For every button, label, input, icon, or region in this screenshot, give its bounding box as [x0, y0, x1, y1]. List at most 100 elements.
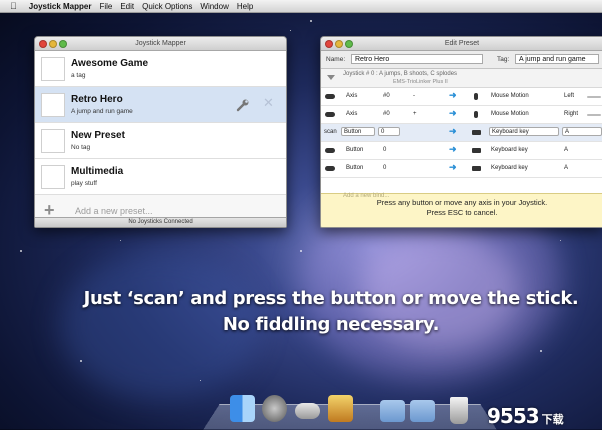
overlay-cancel-hint: Press ESC to cancel.	[426, 208, 498, 217]
arrow-right-icon: ➜	[449, 144, 457, 154]
gamepad-icon	[325, 112, 335, 117]
wrench-icon[interactable]	[236, 98, 250, 112]
edit-preset-window: Edit Preset Name: Retro Hero Tag: A jump…	[320, 36, 602, 228]
input-number-select[interactable]: 0	[378, 127, 400, 136]
preset-thumbnail	[41, 165, 65, 189]
zoom-window-button[interactable]	[59, 40, 67, 48]
preset-tag: play stuff	[71, 180, 97, 187]
add-binding-label: Add a new bind...	[343, 193, 390, 199]
preset-fields: Name: Retro Hero Tag: A jump and run gam…	[321, 51, 602, 69]
mapping-row[interactable]: Axis #0 + ➜ Mouse Motion Right	[321, 106, 602, 124]
mapping-row[interactable]: Button 0 ➜ Keyboard key A	[321, 160, 602, 178]
output-type: Mouse Motion	[491, 111, 529, 117]
scan-overlay: Add a new bind... Press any button or mo…	[321, 193, 602, 227]
preset-tag: No tag	[71, 144, 91, 151]
minimize-window-button[interactable]	[49, 40, 57, 48]
mapping-row-scanning[interactable]: scan Button 0 ➜ Keyboard key A	[321, 124, 602, 142]
preset-item-awesome-game[interactable]: Awesome Game a tag	[35, 51, 286, 87]
scan-button[interactable]: scan	[324, 129, 337, 135]
preset-item-retro-hero[interactable]: Retro Hero A jump and run game ✕	[35, 87, 286, 123]
keyboard-icon	[472, 166, 481, 171]
folder-icon[interactable]	[380, 400, 405, 422]
editor-window-title: Edit Preset	[444, 40, 480, 47]
input-number: 0	[383, 147, 387, 153]
launchpad-icon[interactable]	[262, 395, 287, 422]
apple-menu-icon[interactable]: 	[10, 1, 17, 11]
minimize-window-button[interactable]	[335, 40, 343, 48]
arrow-right-icon: ➜	[449, 90, 457, 100]
menu-file[interactable]: File	[99, 2, 112, 11]
finder-icon[interactable]	[230, 395, 255, 422]
input-number: 0	[383, 165, 387, 171]
add-preset-label: Add a new preset...	[75, 206, 153, 216]
key-field[interactable]: A	[562, 127, 602, 136]
caption-line-2: No fiddling necessary.	[222, 314, 440, 335]
sensitivity-slider[interactable]	[587, 96, 601, 98]
close-window-button[interactable]	[325, 40, 333, 48]
menu-help[interactable]: Help	[237, 2, 253, 11]
mapper-titlebar[interactable]: Joystick Mapper	[35, 37, 286, 51]
arrow-right-icon: ➜	[449, 108, 457, 118]
editor-titlebar[interactable]: Edit Preset	[321, 37, 602, 51]
input-number: #0	[383, 111, 390, 117]
input-type-select[interactable]: Button	[341, 127, 375, 136]
caption-line-1: Just ‘scan’ and press the button or move…	[83, 288, 579, 309]
preset-name: New Preset	[71, 130, 125, 141]
watermark-number: 9553	[487, 404, 540, 428]
mouse-icon	[474, 93, 478, 100]
arrow-right-icon: ➜	[449, 162, 457, 172]
output-value: Right	[564, 111, 579, 117]
preset-thumbnail	[41, 93, 65, 117]
preset-name: Retro Hero	[71, 94, 123, 105]
output-value: Left	[564, 93, 575, 99]
joystick-description: Joystick # 0 : A jumps, B shoots, C splo…	[343, 71, 458, 77]
zoom-window-button[interactable]	[345, 40, 353, 48]
mapper-window-title: Joystick Mapper	[135, 40, 186, 47]
name-field[interactable]: Retro Hero	[351, 54, 483, 64]
axis-sign: -	[413, 93, 415, 99]
tag-field[interactable]: A jump and run game	[515, 54, 599, 64]
status-bar: No Joysticks Connected	[35, 217, 286, 227]
watermark-logo: 9553 下载	[487, 404, 564, 428]
menu-bar:  Joystick Mapper File Edit Quick Options Win…	[0, 0, 602, 13]
input-type: Axis	[346, 111, 358, 117]
gamepad-icon	[325, 148, 335, 153]
input-number: #0	[383, 93, 390, 99]
joystick-group-header[interactable]: Joystick # 0 : A jumps, B shoots, C splo…	[321, 69, 602, 88]
preset-name: Multimedia	[71, 166, 124, 177]
menu-app-name[interactable]: Joystick Mapper	[29, 2, 92, 11]
axis-sign: +	[413, 111, 417, 117]
menu-window[interactable]: Window	[200, 2, 228, 11]
gamepad-app-icon[interactable]	[295, 403, 320, 419]
downloads-folder-icon[interactable]	[410, 400, 435, 422]
preset-tag: a tag	[71, 72, 86, 79]
preset-name: Awesome Game	[71, 58, 149, 69]
mapping-row[interactable]: Axis #0 - ➜ Mouse Motion Left	[321, 88, 602, 106]
mapping-row[interactable]: Button 0 ➜ Keyboard key A	[321, 142, 602, 160]
preset-thumbnail	[41, 129, 65, 153]
name-label: Name:	[326, 56, 346, 63]
output-value: A	[564, 165, 569, 171]
joystick-mapper-icon[interactable]	[328, 395, 353, 422]
joystick-device-name: EMS-TrioLinker Plus II	[393, 79, 448, 85]
preset-tag: A jump and run game	[71, 108, 133, 115]
menu-quick-options[interactable]: Quick Options	[142, 2, 192, 11]
preset-thumbnail	[41, 57, 65, 81]
output-type: Mouse Motion	[491, 93, 529, 99]
preset-item-new-preset[interactable]: New Preset No tag	[35, 123, 286, 159]
input-type: Button	[346, 165, 364, 171]
close-window-button[interactable]	[39, 40, 47, 48]
trash-icon[interactable]	[450, 397, 468, 424]
disclosure-triangle-icon[interactable]	[327, 75, 335, 80]
input-type: Button	[346, 147, 364, 153]
delete-preset-icon[interactable]: ✕	[263, 96, 274, 110]
tag-label: Tag:	[497, 56, 510, 63]
output-type-select[interactable]: Keyboard key	[489, 127, 559, 136]
gamepad-icon	[325, 94, 335, 99]
preset-item-multimedia[interactable]: Multimedia play stuff	[35, 159, 286, 195]
menu-edit[interactable]: Edit	[120, 2, 134, 11]
sensitivity-slider[interactable]	[587, 114, 601, 116]
keyboard-icon	[472, 130, 481, 135]
output-value: A	[564, 147, 569, 153]
mouse-icon	[474, 111, 478, 118]
